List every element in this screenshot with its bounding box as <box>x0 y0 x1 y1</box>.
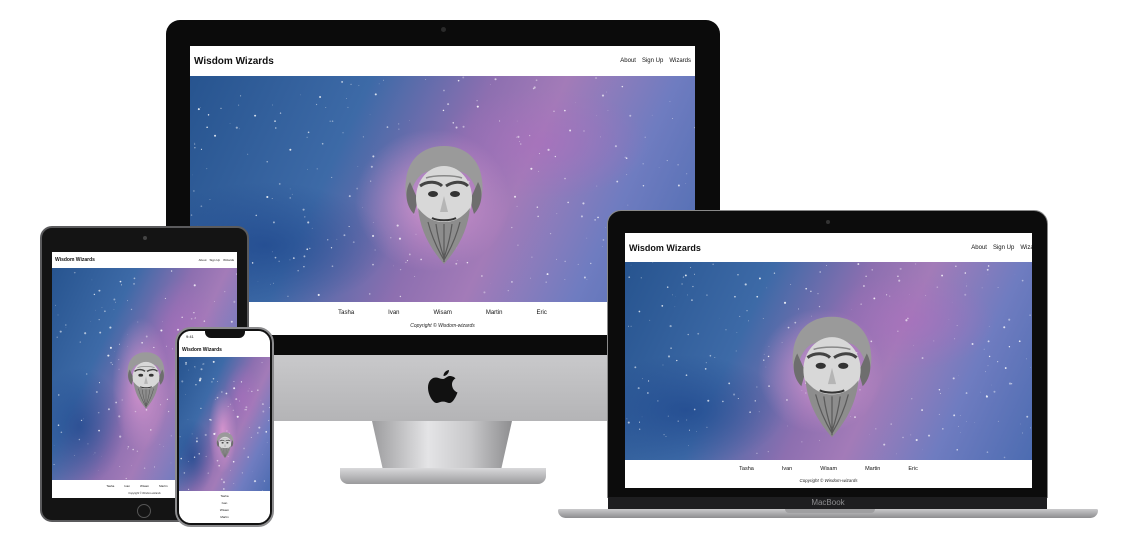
nav-wizards[interactable]: Wizards <box>1020 245 1032 251</box>
name-eric[interactable]: Eric <box>537 310 547 316</box>
nav-wizards[interactable]: Wizards <box>669 58 691 64</box>
name-eric[interactable]: Eric <box>222 522 227 523</box>
name-martin[interactable]: Martin <box>159 484 167 488</box>
name-wisam[interactable]: Wisam <box>820 466 837 472</box>
site-header: Wisdom Wizards About Sign Up Wizards <box>625 233 1032 262</box>
macbook-label: MacBook <box>811 498 845 507</box>
iphone-status-time: 9:41 <box>186 334 194 339</box>
nav-wizards[interactable]: Wizards <box>223 258 234 262</box>
nav-about[interactable]: About <box>199 258 207 262</box>
name-ivan[interactable]: Ivan <box>124 484 130 488</box>
hero-image <box>625 262 1032 460</box>
wizard-names: Tasha Ivan Wisam Martin Eric <box>179 494 270 523</box>
macbook-notch <box>785 509 875 513</box>
ipad-camera <box>143 236 147 240</box>
site-header: Wisdom Wizards About Sign Up Wizards <box>52 252 237 268</box>
name-martin[interactable]: Martin <box>865 466 880 472</box>
site-title[interactable]: Wisdom Wizards <box>182 347 222 353</box>
site-title[interactable]: Wisdom Wizards <box>629 243 701 253</box>
name-ivan[interactable]: Ivan <box>782 466 792 472</box>
name-ivan[interactable]: Ivan <box>388 310 399 316</box>
iphone-notch <box>205 331 245 338</box>
site-nav: About Sign Up Wizards <box>971 245 1032 251</box>
name-ivan[interactable]: Ivan <box>222 501 228 505</box>
name-wisam[interactable]: Wisam <box>434 310 452 316</box>
site-footer: Tasha Ivan Wisam Martin Eric <box>179 491 270 523</box>
imac-camera <box>441 27 446 32</box>
name-tasha[interactable]: Tasha <box>338 310 354 316</box>
macbook-camera <box>826 220 830 224</box>
site-title[interactable]: Wisdom Wizards <box>194 56 274 67</box>
name-wisam[interactable]: Wisam <box>140 484 149 488</box>
site-nav: About Sign Up Wizards <box>620 58 691 64</box>
site-footer: Tasha Ivan Wisam Martin Eric Copyright ©… <box>625 460 1032 488</box>
wizard-portrait-icon <box>403 144 485 266</box>
apple-logo-icon <box>428 370 458 403</box>
imac-stand-neck <box>372 421 512 471</box>
name-wisam[interactable]: Wisam <box>220 508 229 512</box>
starfield <box>179 360 270 491</box>
name-martin[interactable]: Martin <box>486 310 503 316</box>
name-martin[interactable]: Martin <box>220 515 228 519</box>
nav-sign-up[interactable]: Sign Up <box>209 258 220 262</box>
iphone-screen: Wisdom Wizards Tasha Ivan Wisam Martin E… <box>179 331 270 523</box>
hero-image <box>179 357 270 491</box>
macbook-screen: Wisdom Wizards About Sign Up Wizards Tas… <box>625 233 1032 488</box>
nav-sign-up[interactable]: Sign Up <box>642 58 663 64</box>
name-eric[interactable]: Eric <box>908 466 917 472</box>
nav-about[interactable]: About <box>620 58 636 64</box>
wizard-portrait-icon <box>126 351 166 410</box>
copyright: Copyright © Wisdom-wizards <box>799 478 858 483</box>
imac-stand-foot <box>340 468 546 484</box>
nav-about[interactable]: About <box>971 245 987 251</box>
site-title[interactable]: Wisdom Wizards <box>55 257 95 263</box>
site-header: Wisdom Wizards About Sign Up Wizards <box>190 46 695 76</box>
name-tasha[interactable]: Tasha <box>220 494 228 498</box>
name-tasha[interactable]: Tasha <box>739 466 754 472</box>
nav-sign-up[interactable]: Sign Up <box>993 245 1014 251</box>
ipad-home-button <box>137 504 151 518</box>
wizard-portrait-icon <box>791 315 873 439</box>
wizard-portrait-icon <box>216 432 234 459</box>
wizard-names: Tasha Ivan Wisam Martin Eric <box>625 466 1032 472</box>
site-nav: About Sign Up Wizards <box>199 258 234 262</box>
name-tasha[interactable]: Tasha <box>106 484 114 488</box>
